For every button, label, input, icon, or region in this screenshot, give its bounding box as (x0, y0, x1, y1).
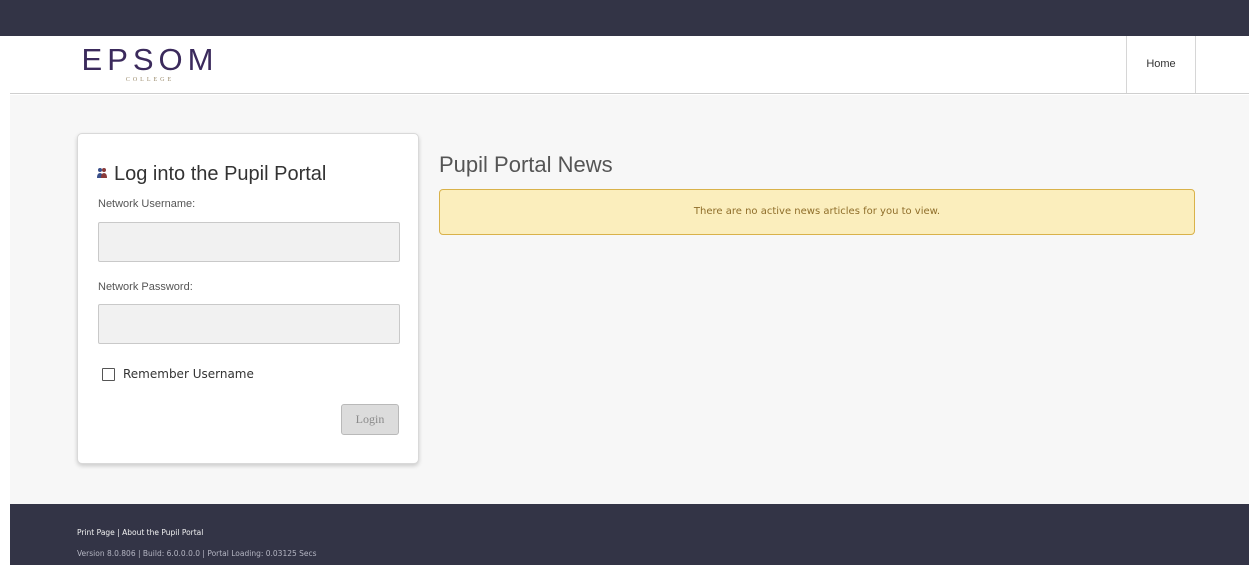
footer-separator: | (117, 528, 120, 537)
logo-wordmark: EPSOM (81, 42, 219, 77)
nav-home-link[interactable]: Home (1126, 36, 1196, 93)
news-alert-text: There are no active news articles for yo… (693, 206, 941, 217)
print-page-link[interactable]: Print Page (77, 528, 115, 537)
login-button[interactable]: Login (341, 404, 399, 435)
news-empty-alert: There are no active news articles for yo… (439, 189, 1195, 235)
password-input[interactable] (98, 304, 400, 344)
epsom-college-logo[interactable]: EPSOM COLLEGE (76, 40, 224, 89)
login-title-text: Log into the Pupil Portal (114, 163, 327, 185)
page: EPSOM COLLEGE Home Log into the Pupil Po… (0, 0, 1249, 565)
password-label: Network Password: (98, 281, 193, 293)
login-panel: Log into the Pupil Portal Network Userna… (77, 133, 419, 464)
main-content: Log into the Pupil Portal Network Userna… (10, 95, 1249, 504)
footer-version-info: Version 8.0.806 | Build: 6.0.0.0.0 | Por… (77, 549, 317, 558)
news-heading: Pupil Portal News (439, 152, 613, 177)
footer-links: Print Page | About the Pupil Portal (77, 528, 203, 537)
login-heading: Log into the Pupil Portal (96, 162, 326, 186)
top-bar (0, 0, 1249, 36)
remember-username-option[interactable]: Remember Username (102, 367, 254, 381)
users-icon (96, 162, 110, 185)
site-header: EPSOM COLLEGE Home (10, 36, 1249, 94)
remember-username-checkbox[interactable] (102, 367, 115, 381)
logo-subtitle: COLLEGE (125, 77, 175, 83)
remember-username-label: Remember Username (123, 367, 254, 381)
about-portal-link[interactable]: About the Pupil Portal (122, 528, 203, 537)
username-input[interactable] (98, 222, 400, 262)
site-footer: Print Page | About the Pupil Portal Vers… (10, 504, 1249, 565)
username-label: Network Username: (98, 198, 196, 210)
